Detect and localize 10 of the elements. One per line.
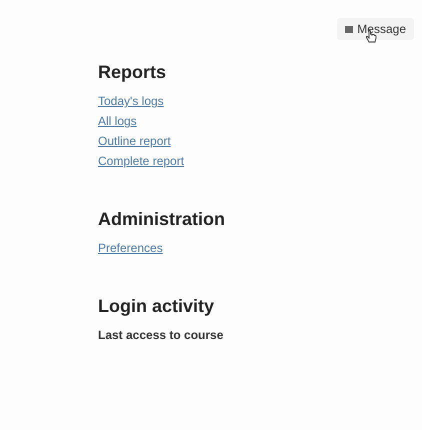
message-button[interactable]: Message [337, 18, 414, 40]
report-link[interactable]: Complete report [98, 151, 422, 171]
report-link[interactable]: Outline report [98, 131, 422, 151]
report-link[interactable]: All logs [98, 111, 422, 131]
info-label: Last access to course [98, 327, 224, 344]
section-heading: Administration [98, 209, 226, 230]
section-heading: Login activity [98, 296, 216, 317]
report-link[interactable]: Today's logs [98, 91, 422, 111]
report-link[interactable]: Preferences [98, 238, 422, 258]
section-heading: Reports [98, 62, 168, 83]
